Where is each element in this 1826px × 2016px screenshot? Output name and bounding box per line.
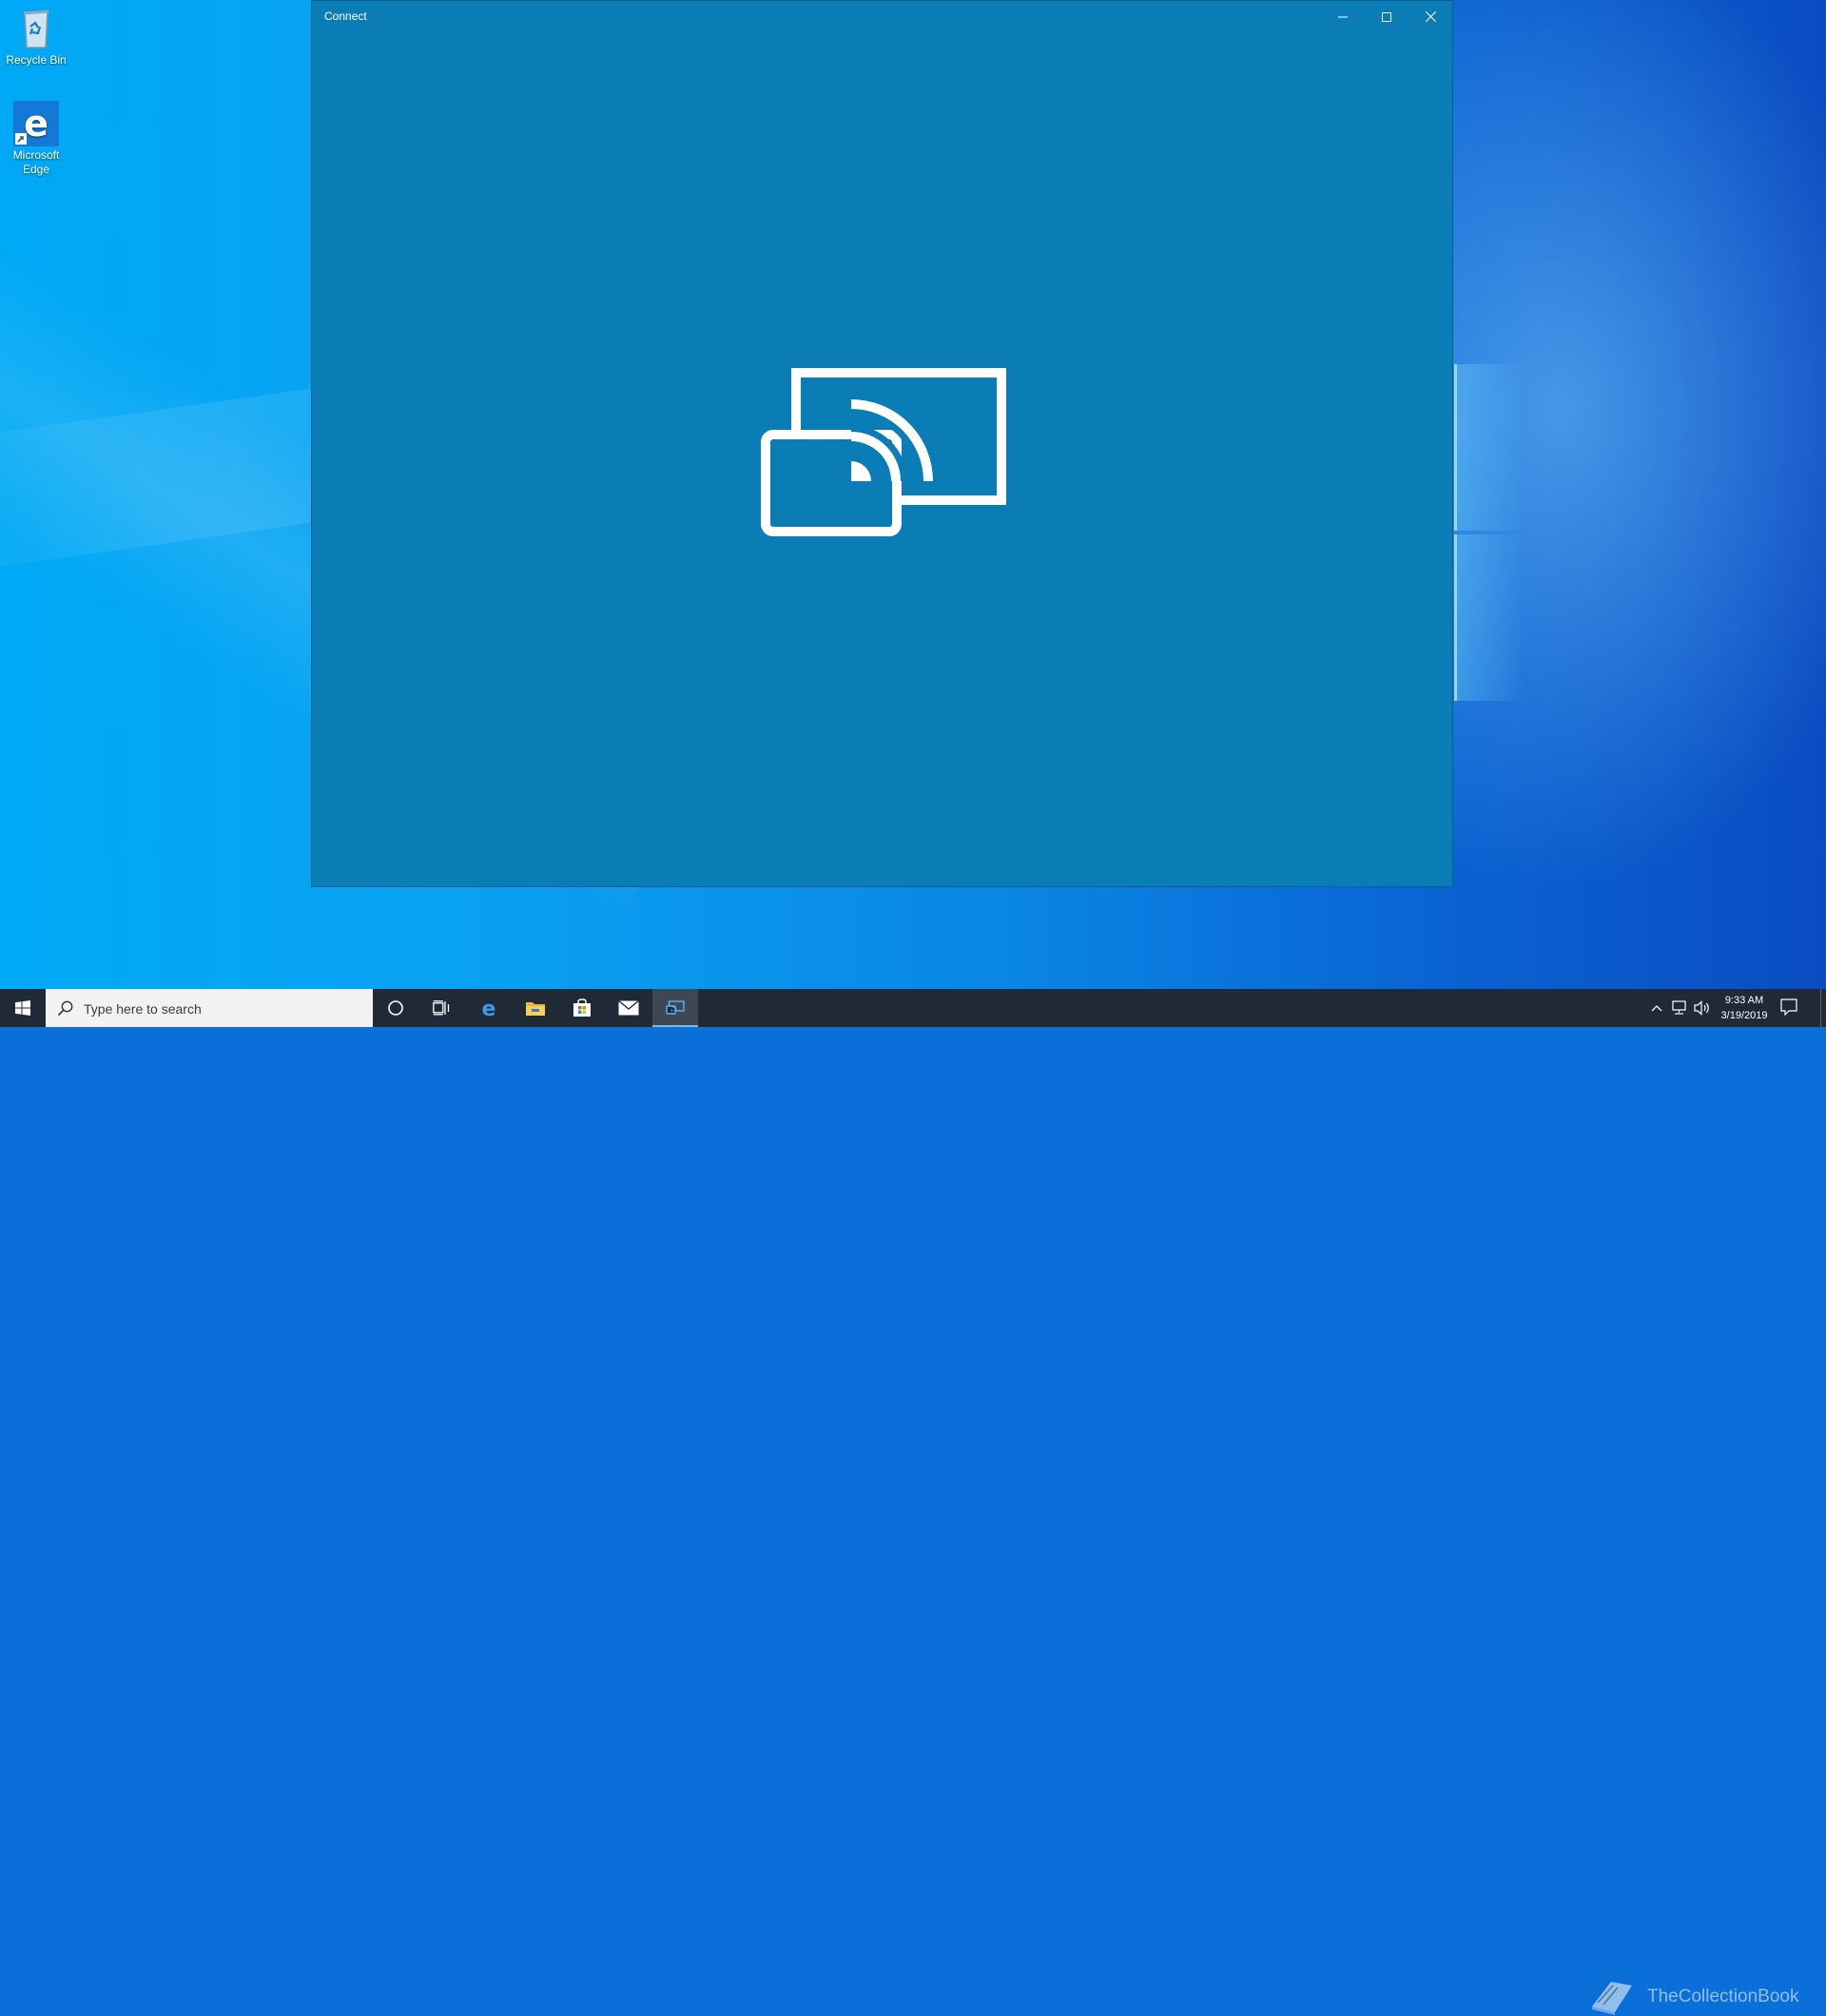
close-icon	[1425, 11, 1436, 22]
notification-icon	[1780, 998, 1797, 1017]
svg-text:e: e	[482, 998, 496, 1018]
svg-text:e: e	[24, 103, 49, 145]
edge-taskbar-button[interactable]: e	[466, 989, 512, 1027]
watermark: TheCollectionBook	[1586, 1978, 1798, 2016]
wallpaper-window-pane	[1454, 364, 1524, 531]
volume-button[interactable]	[1693, 998, 1712, 1018]
connect-window: Connect	[311, 0, 1453, 887]
connect-taskbar-button[interactable]	[652, 989, 698, 1027]
edge-icon: e	[13, 101, 59, 146]
edge-shortcut[interactable]: e Microsoft Edge	[1, 101, 71, 177]
recycle-bin-shortcut[interactable]: Recycle Bin	[1, 6, 71, 68]
wallpaper-window-pane	[1454, 534, 1524, 701]
file-explorer-button[interactable]	[513, 989, 558, 1027]
store-button[interactable]	[559, 989, 605, 1027]
search-box[interactable]: Type here to search	[46, 989, 373, 1027]
minimize-icon	[1338, 16, 1348, 17]
search-placeholder: Type here to search	[84, 1001, 202, 1017]
store-icon	[573, 998, 591, 1017]
watermark-text: TheCollectionBook	[1647, 1987, 1799, 2006]
edge-label: Microsoft Edge	[12, 148, 60, 176]
windows-logo-icon	[15, 1000, 30, 1016]
maximize-icon	[1382, 11, 1391, 22]
task-view-icon	[433, 1000, 450, 1016]
action-center-button[interactable]	[1780, 998, 1797, 1020]
maximize-button[interactable]	[1365, 1, 1408, 32]
recycle-bin-icon	[13, 6, 59, 51]
cortana-button[interactable]	[373, 989, 418, 1027]
mail-button[interactable]	[606, 989, 651, 1027]
cortana-icon	[388, 1000, 403, 1016]
clock-time: 9:33 AM	[1724, 995, 1764, 1006]
network-button[interactable]	[1670, 998, 1689, 1018]
search-icon	[57, 999, 74, 1021]
window-title: Connect	[324, 10, 367, 23]
book-logo-icon	[1592, 1982, 1632, 2015]
recycle-bin-label: Recycle Bin	[6, 53, 67, 67]
cast-display-icon	[761, 368, 1006, 536]
chevron-up-icon	[1651, 1005, 1662, 1012]
connect-icon	[666, 1000, 685, 1015]
close-button[interactable]	[1408, 1, 1452, 32]
task-view-button[interactable]	[418, 989, 464, 1027]
taskbar: Type here to search e TheCollectionBook …	[0, 989, 1826, 2015]
clock[interactable]: 9:33 AM 3/19/2019	[1716, 993, 1773, 1023]
mail-icon	[618, 1000, 639, 1016]
file-explorer-icon	[526, 1002, 545, 1016]
title-bar[interactable]: Connect	[312, 1, 1452, 32]
volume-icon	[1694, 1000, 1709, 1016]
start-button[interactable]	[0, 989, 46, 1027]
show-hidden-icons-button[interactable]	[1647, 998, 1666, 1018]
network-icon	[1672, 1000, 1686, 1015]
minimize-button[interactable]	[1321, 1, 1365, 32]
show-desktop-button[interactable]	[1820, 989, 1826, 1027]
clock-date: 3/19/2019	[1720, 1010, 1768, 1021]
edge-icon: e	[482, 998, 496, 1018]
